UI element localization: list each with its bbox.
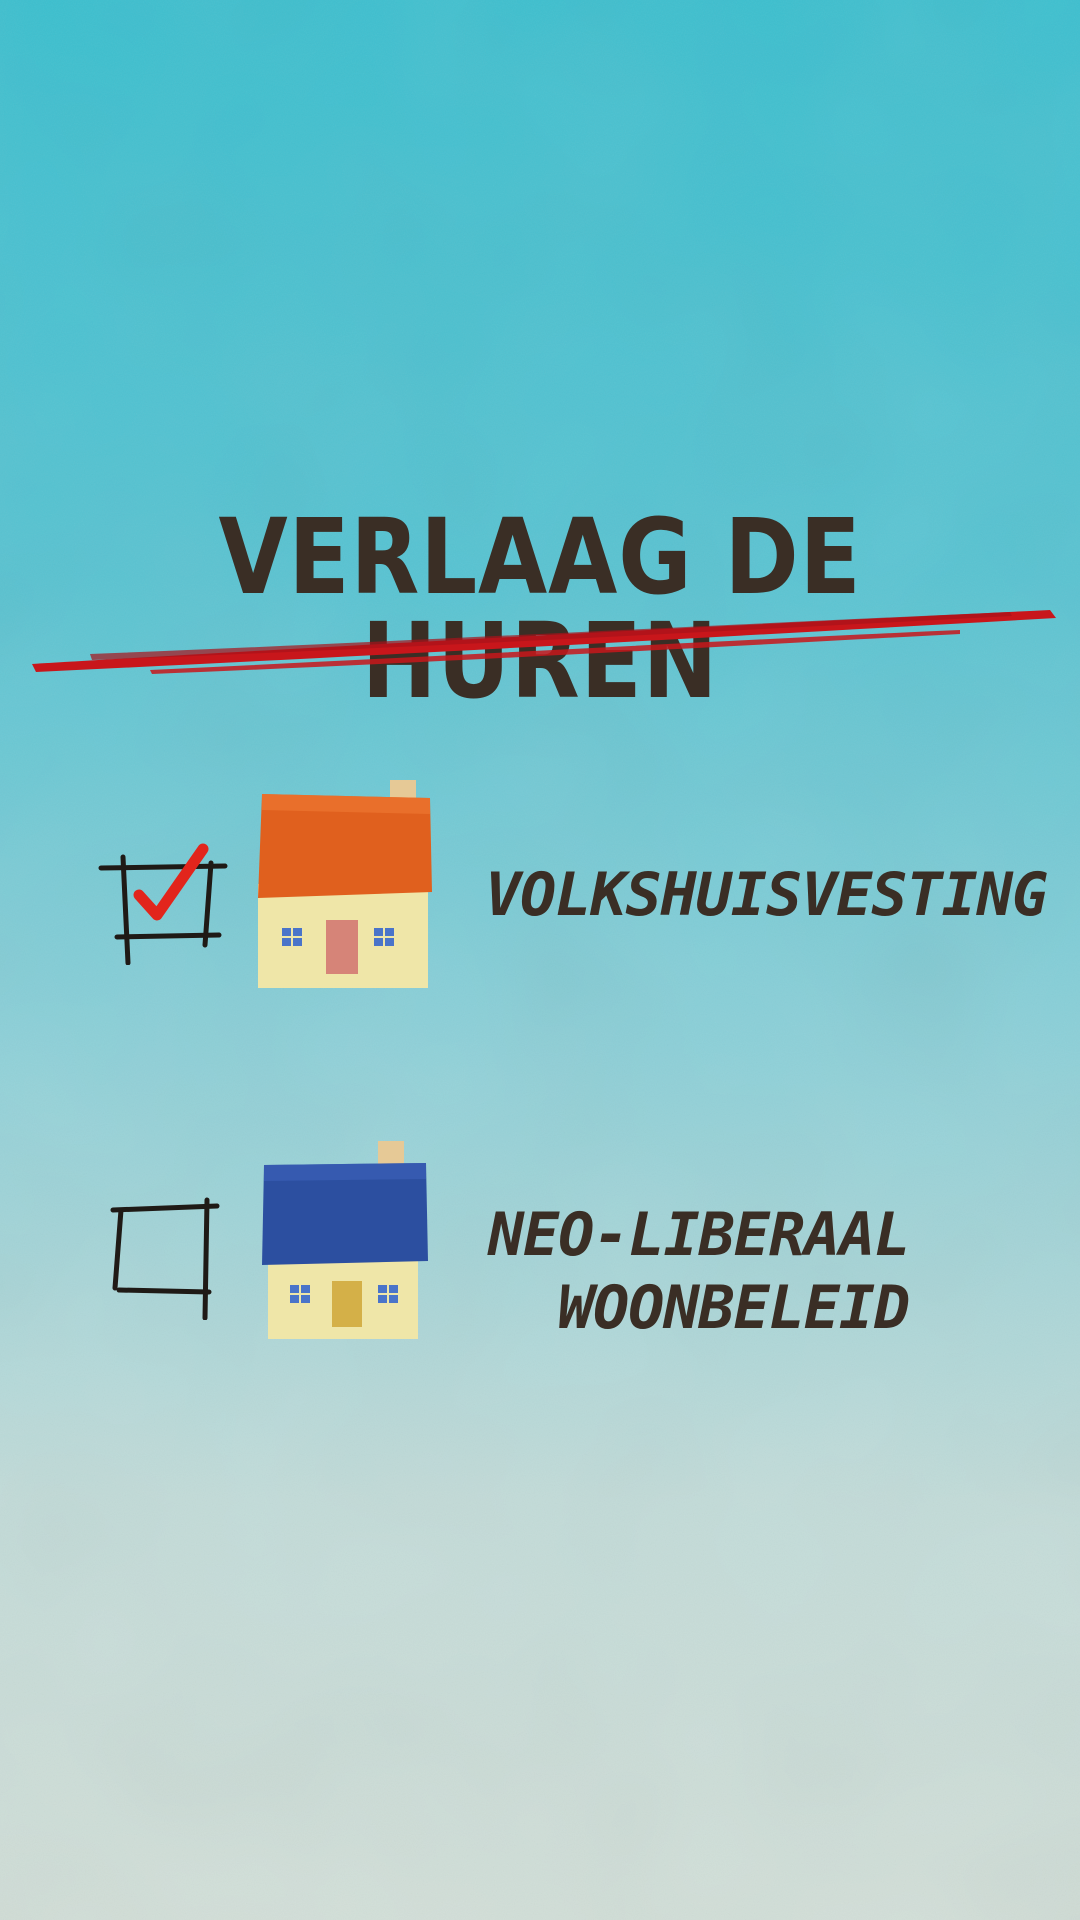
option-neo-liberaal-woonbeleid[interactable]: NEO-LIBERAAL WOONBELEID: [0, 1135, 1080, 1355]
option-label-line-1: NEO-LIBERAAL: [488, 1200, 910, 1270]
red-check-icon: [133, 843, 209, 921]
checkbox-checked[interactable]: [95, 835, 235, 965]
checkbox-unchecked[interactable]: [95, 1190, 235, 1320]
option-label-volkshuisvesting: VOLKSHUISVESTING: [485, 860, 1048, 930]
option-volkshuisvesting[interactable]: VOLKSHUISVESTING: [0, 780, 1080, 1000]
house-orange-roof-icon: [258, 780, 432, 988]
house-blue-roof-icon: [262, 1141, 428, 1339]
option-label-line-2: WOONBELEID: [558, 1273, 910, 1343]
red-brush-underline: [32, 610, 1056, 674]
